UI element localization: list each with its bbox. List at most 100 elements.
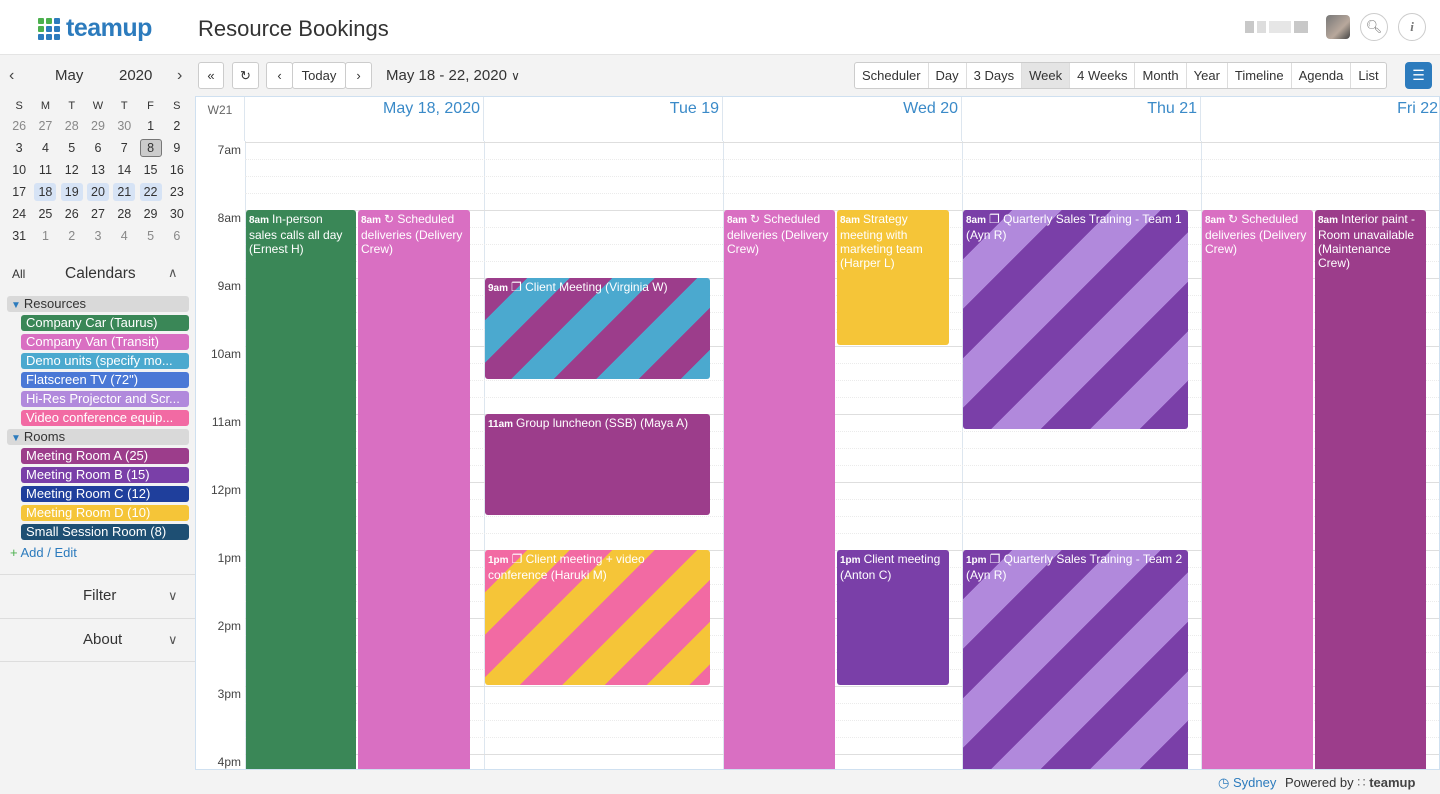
mini-calendar-day[interactable]: 31 — [6, 225, 32, 247]
mini-calendar-day[interactable]: 17 — [6, 181, 32, 203]
mini-calendar-day[interactable]: 11 — [32, 159, 58, 181]
view-button[interactable]: List — [1351, 63, 1385, 88]
event-sales-training-team2[interactable]: 1pm ❐ Quarterly Sales Training - Team 2 (… — [963, 550, 1188, 769]
event-client-meeting-anton[interactable]: 1pm Client meeting (Anton C) — [837, 550, 949, 685]
mini-calendar-day[interactable]: 16 — [164, 159, 190, 181]
group-resources[interactable]: ▼ Resources — [7, 296, 189, 312]
calendars-title[interactable]: Calendars — [65, 265, 136, 283]
mini-calendar-day[interactable]: 1 — [137, 115, 163, 137]
mini-calendar-day[interactable]: 20 — [85, 181, 111, 203]
timezone-link[interactable]: ◷ Sydney — [1218, 775, 1276, 791]
mini-calendar-day[interactable]: 10 — [6, 159, 32, 181]
mini-calendar-day[interactable]: 23 — [164, 181, 190, 203]
mini-calendar-day[interactable]: 26 — [59, 203, 85, 225]
calendar-item[interactable]: Flatscreen TV (72") — [21, 372, 189, 388]
next-month-icon[interactable]: › — [177, 67, 182, 85]
mini-calendar-day[interactable]: 19 — [59, 181, 85, 203]
about-section[interactable]: About ∨ — [0, 618, 195, 662]
calendar-item[interactable]: Small Session Room (8) — [21, 524, 189, 540]
day-header-tue[interactable]: Tue 19 — [484, 97, 723, 141]
mini-calendar-day[interactable]: 8 — [137, 137, 163, 159]
view-button[interactable]: Year — [1187, 63, 1228, 88]
mini-calendar-day[interactable]: 7 — [111, 137, 137, 159]
mini-calendar-day[interactable]: 9 — [164, 137, 190, 159]
view-button[interactable]: 3 Days — [967, 63, 1023, 88]
mini-calendar-day[interactable]: 28 — [59, 115, 85, 137]
event-interior-paint[interactable]: 8am Interior paint - Room unavailable (Ma… — [1315, 210, 1426, 769]
menu-button[interactable]: ☰ — [1405, 62, 1432, 89]
today-button[interactable]: Today — [292, 62, 346, 89]
mini-calendar-day[interactable]: 25 — [32, 203, 58, 225]
event-deliveries-mon[interactable]: 8am ↻ Scheduled deliveries (Delivery Crew… — [358, 210, 470, 769]
date-range-picker[interactable]: May 18 - 22, 2020 ∨ — [386, 67, 520, 84]
mini-calendar-day[interactable]: 22 — [137, 181, 163, 203]
mini-calendar-day[interactable]: 27 — [85, 203, 111, 225]
event-sales-calls[interactable]: 8am In-person sales calls all day (Ernest… — [246, 210, 356, 769]
mini-calendar-day[interactable]: 3 — [6, 137, 32, 159]
avatar[interactable] — [1326, 15, 1350, 39]
event-client-meeting-haruki[interactable]: 1pm ❐ Client meeting + video conference (… — [485, 550, 710, 685]
mini-calendar-year[interactable]: 2020 — [119, 67, 152, 84]
view-button[interactable]: Scheduler — [855, 63, 929, 88]
mini-calendar-day[interactable]: 30 — [164, 203, 190, 225]
mini-calendar-day[interactable]: 4 — [32, 137, 58, 159]
collapse-sidebar-button[interactable]: « — [198, 62, 224, 89]
day-header-wed[interactable]: Wed 20 — [723, 97, 962, 141]
mini-calendar-day[interactable]: 12 — [59, 159, 85, 181]
event-sales-training-team1[interactable]: 8am ❐ Quarterly Sales Training - Team 1 (… — [963, 210, 1188, 429]
powered-by[interactable]: Powered by ∷ teamup — [1285, 775, 1415, 791]
calendar-item[interactable]: Company Van (Transit) — [21, 334, 189, 350]
mini-calendar-day[interactable]: 28 — [111, 203, 137, 225]
filter-section[interactable]: Filter ∨ — [0, 574, 195, 618]
mini-calendar-day[interactable]: 6 — [164, 225, 190, 247]
day-header-thu[interactable]: Thu 21 — [962, 97, 1201, 141]
mini-calendar-day[interactable]: 15 — [137, 159, 163, 181]
mini-calendar-month[interactable]: May — [55, 67, 83, 84]
mini-calendar-day[interactable]: 5 — [137, 225, 163, 247]
calendar-item[interactable]: Meeting Room D (10) — [21, 505, 189, 521]
event-deliveries-wed[interactable]: 8am ↻ Scheduled deliveries (Delivery Crew… — [724, 210, 835, 769]
add-edit-link[interactable]: + Add / Edit — [10, 545, 77, 560]
select-all-link[interactable]: All — [12, 267, 25, 281]
view-button[interactable]: Week — [1022, 63, 1071, 88]
view-button[interactable]: Timeline — [1228, 63, 1292, 88]
next-week-button[interactable]: › — [345, 62, 372, 89]
mini-calendar-day[interactable]: 27 — [32, 115, 58, 137]
mini-calendar-day[interactable]: 13 — [85, 159, 111, 181]
mini-calendar-day[interactable]: 30 — [111, 115, 137, 137]
calendar-item[interactable]: Demo units (specify mo... — [21, 353, 189, 369]
prev-week-button[interactable]: ‹ — [266, 62, 293, 89]
view-button[interactable]: Agenda — [1292, 63, 1352, 88]
view-button[interactable]: Month — [1135, 63, 1187, 88]
calendar-item[interactable]: Meeting Room B (15) — [21, 467, 189, 483]
mini-calendar-day[interactable]: 6 — [85, 137, 111, 159]
event-client-meeting-virginia[interactable]: 9am ❐ Client Meeting (Virginia W) — [485, 278, 710, 379]
info-button[interactable]: i — [1398, 13, 1426, 41]
mini-calendar-day[interactable]: 2 — [164, 115, 190, 137]
view-button[interactable]: Day — [929, 63, 967, 88]
search-button[interactable]: 🔍︎ — [1360, 13, 1388, 41]
calendar-item[interactable]: Hi-Res Projector and Scr... — [21, 391, 189, 407]
mini-calendar-day[interactable]: 1 — [32, 225, 58, 247]
event-deliveries-fri[interactable]: 8am ↻ Scheduled deliveries (Delivery Crew… — [1202, 210, 1313, 769]
day-header-mon[interactable]: May 18, 2020 — [245, 97, 484, 141]
mini-calendar-day[interactable]: 18 — [32, 181, 58, 203]
mini-calendar-day[interactable]: 5 — [59, 137, 85, 159]
mini-calendar-day[interactable]: 26 — [6, 115, 32, 137]
view-button[interactable]: 4 Weeks — [1070, 63, 1136, 88]
calendar-item[interactable]: Company Car (Taurus) — [21, 315, 189, 331]
teamup-logo[interactable]: teamup — [38, 14, 152, 43]
event-group-luncheon[interactable]: 11am Group luncheon (SSB) (Maya A) — [485, 414, 710, 515]
mini-calendar-day[interactable]: 3 — [85, 225, 111, 247]
refresh-button[interactable]: ↻ — [232, 62, 259, 89]
event-strategy-meeting[interactable]: 8am Strategy meeting with marketing team … — [837, 210, 949, 345]
mini-calendar-day[interactable]: 4 — [111, 225, 137, 247]
calendar-item[interactable]: Meeting Room C (12) — [21, 486, 189, 502]
day-header-fri[interactable]: Fri 22 — [1201, 97, 1439, 141]
mini-calendar-day[interactable]: 21 — [111, 181, 137, 203]
calendar-item[interactable]: Meeting Room A (25) — [21, 448, 189, 464]
mini-calendar-day[interactable]: 29 — [85, 115, 111, 137]
mini-calendar-day[interactable]: 2 — [59, 225, 85, 247]
chevron-up-icon[interactable]: ∧ — [168, 265, 178, 281]
calendar-item[interactable]: Video conference equip... — [21, 410, 189, 426]
